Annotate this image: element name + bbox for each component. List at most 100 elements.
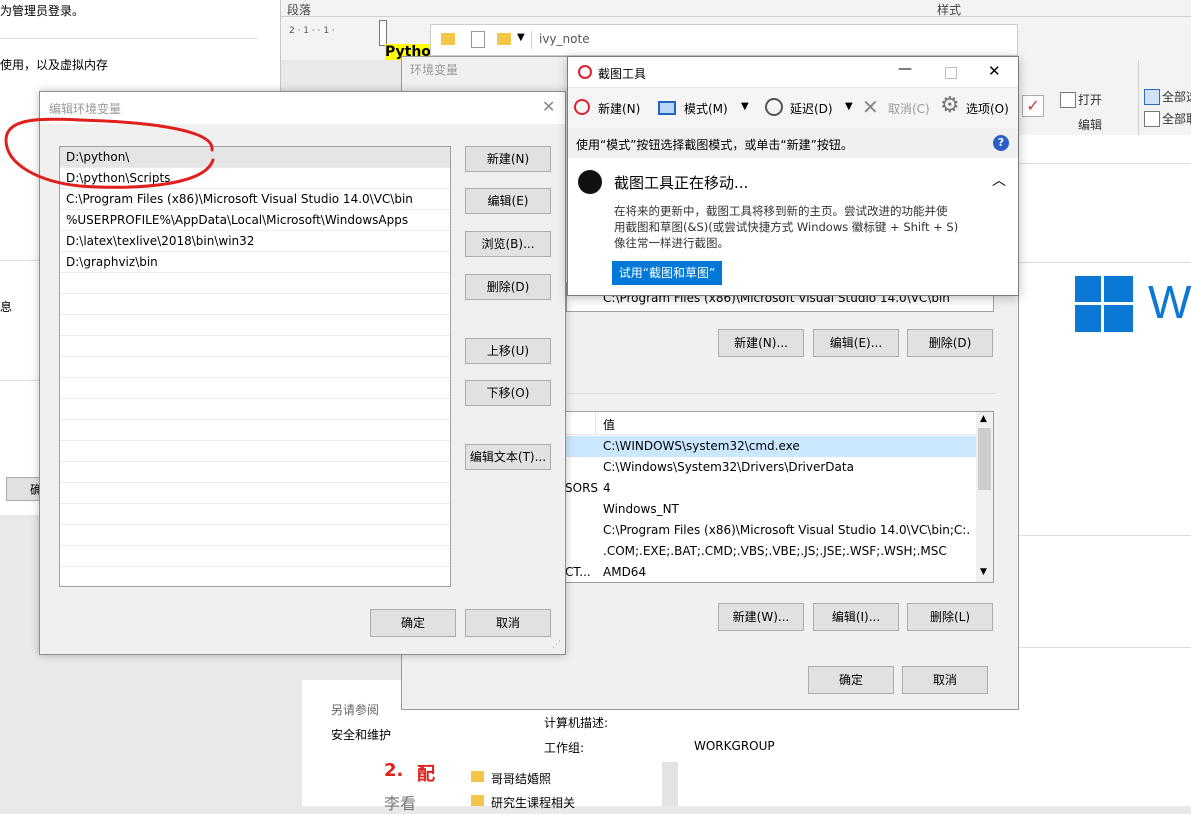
ribbon-deselect-all[interactable]: 全部取: [1162, 110, 1191, 127]
empty-list-row[interactable]: [60, 441, 450, 462]
ribbon-select-all[interactable]: 全部选: [1162, 88, 1191, 105]
user-edit-button[interactable]: 编辑(E)...: [813, 329, 899, 357]
sys-new-button[interactable]: 新建(W)...: [718, 603, 804, 631]
folder-icon: [471, 771, 484, 782]
sys-var-value[interactable]: C:\WINDOWS\system32\cmd.exe: [603, 439, 800, 453]
path-entry[interactable]: D:\graphviz\bin: [60, 252, 450, 273]
folder-icon: [471, 795, 484, 806]
close-icon[interactable]: ✕: [988, 62, 1001, 80]
path-entries-list[interactable]: D:\python\ D:\python\Scripts C:\Program Fi…: [59, 146, 451, 587]
folder-grad-courses[interactable]: 研究生课程相关: [491, 794, 575, 811]
system-vars-list[interactable]: 值 C:\WINDOWS\system32\cmd.exe C:\Windows\…: [565, 411, 994, 583]
empty-list-row[interactable]: [60, 462, 450, 483]
empty-list-row[interactable]: [60, 357, 450, 378]
empty-list-row[interactable]: [60, 504, 450, 525]
delete-entry-button[interactable]: 删除(D): [465, 274, 551, 300]
notice-body-line2: 用截图和草图(&S)(或尝试快捷方式 Windows 徽标键 + Shift +…: [614, 220, 959, 234]
quick-access-dropdown-icon[interactable]: ▼: [517, 32, 525, 43]
minimize-icon[interactable]: —: [898, 61, 912, 77]
user-new-button[interactable]: 新建(N)...: [718, 329, 804, 357]
maximize-icon[interactable]: [945, 67, 957, 79]
edit-text-button[interactable]: 编辑文本(T)...: [465, 444, 551, 470]
sys-var-value[interactable]: 4: [603, 481, 611, 495]
scroll-up-icon[interactable]: ▲: [980, 414, 987, 424]
mode-icon: [658, 101, 676, 115]
security-link[interactable]: 安全和维护: [331, 726, 391, 743]
empty-list-row[interactable]: [60, 525, 450, 546]
workgroup-label: 工作组:: [544, 741, 585, 755]
snip-title: 截图工具: [598, 67, 647, 81]
doc-body-text: 李看: [384, 794, 417, 813]
sys-delete-button[interactable]: 删除(L): [907, 603, 993, 631]
sys-var-value[interactable]: C:\Windows\System32\Drivers\DriverData: [603, 460, 854, 474]
env-ok-button[interactable]: 确定: [808, 666, 894, 694]
edit-ok-button[interactable]: 确定: [370, 609, 456, 637]
snipping-tool-window: 截图工具 — ✕ 新建(N) 模式(M) ▼ 延迟(D) ▼ ✕ 取消(C) ⚙…: [567, 56, 1019, 296]
empty-list-row[interactable]: [60, 315, 450, 336]
windows-logo-icon: [1075, 276, 1133, 332]
move-down-button[interactable]: 下移(O): [465, 380, 551, 406]
sys-header-value[interactable]: 值: [603, 416, 615, 433]
move-up-button[interactable]: 上移(U): [465, 338, 551, 364]
left-panel-text-2: 使用，以及虚拟内存: [0, 58, 109, 72]
edit-entry-button[interactable]: 编辑(E): [465, 188, 551, 214]
snip-cancel-button[interactable]: 取消(C): [888, 100, 930, 117]
empty-list-row[interactable]: [60, 546, 450, 567]
left-panel-text-1: 为管理员登录。: [0, 4, 85, 18]
scroll-down-icon[interactable]: ▼: [980, 567, 987, 577]
sys-var-name[interactable]: SORS: [565, 481, 598, 495]
select-all-icon: [1144, 89, 1160, 105]
bottom-doc: 2. 配 李看: [302, 760, 462, 813]
browse-button[interactable]: 浏览(B)...: [465, 231, 551, 257]
left-panel-text-3: 息: [0, 300, 13, 314]
path-entry[interactable]: D:\latex\texlive\2018\bin\win32: [60, 231, 450, 252]
empty-list-row[interactable]: [60, 336, 450, 357]
snip-new-button[interactable]: 新建(N): [598, 100, 640, 117]
user-delete-button[interactable]: 删除(D): [907, 329, 993, 357]
sys-var-value[interactable]: .COM;.EXE;.BAT;.CMD;.VBS;.VBE;.JS;.JSE;.…: [603, 544, 947, 558]
delay-dropdown-icon[interactable]: ▼: [845, 101, 853, 112]
sys-edit-button[interactable]: 编辑(I)...: [813, 603, 899, 631]
snip-notice: 截图工具正在移动... ︿ 在将来的更新中，截图工具将移到新的主页。尝试改进的功…: [568, 158, 1018, 295]
empty-list-row[interactable]: [60, 294, 450, 315]
empty-list-row[interactable]: [60, 273, 450, 294]
sys-var-value[interactable]: AMD64: [603, 565, 646, 579]
resize-grip-icon[interactable]: ⋰: [552, 640, 561, 650]
snip-sketch-icon: [578, 170, 602, 194]
ribbon-edit[interactable]: 编辑: [1078, 116, 1102, 133]
snip-toolbar: 新建(N) 模式(M) ▼ 延迟(D) ▼ ✕ 取消(C) ⚙ 选项(O): [568, 87, 1018, 129]
new-entry-button[interactable]: 新建(N): [465, 146, 551, 172]
snip-mode-button[interactable]: 模式(M): [684, 100, 728, 117]
folder-title: ivy_note: [539, 32, 590, 46]
mode-dropdown-icon[interactable]: ▼: [741, 101, 749, 112]
new-snip-icon: [574, 99, 590, 115]
scrollbar[interactable]: ▲ ▼: [976, 412, 993, 582]
sys-var-value[interactable]: Windows_NT: [603, 502, 679, 516]
folder-wedding[interactable]: 哥哥结婚照: [491, 770, 551, 787]
empty-list-row[interactable]: [60, 420, 450, 441]
properties-icon[interactable]: [471, 31, 485, 48]
help-icon[interactable]: ?: [993, 135, 1009, 151]
empty-list-row[interactable]: [60, 399, 450, 420]
deselect-all-icon: [1144, 111, 1160, 127]
sys-var-value[interactable]: C:\Program Files (x86)\Microsoft Visual …: [603, 523, 971, 537]
notice-body-line3: 像往常一样进行截图。: [614, 236, 729, 250]
path-entry[interactable]: %USERPROFILE%\AppData\Local\Microsoft\Wi…: [60, 210, 450, 231]
empty-list-row[interactable]: [60, 483, 450, 504]
explorer-bottom: 哥哥结婚照 研究生课程相关: [462, 762, 662, 810]
ribbon-open[interactable]: 打开: [1078, 91, 1102, 108]
try-snip-sketch-button[interactable]: 试用“截图和草图”: [612, 261, 722, 285]
snip-delay-button[interactable]: 延迟(D): [790, 100, 833, 117]
word-ribbon-right: ✓ 打开 编辑 全部选 全部取: [1018, 60, 1191, 135]
doc-heading-number: 2.: [384, 760, 404, 781]
close-icon[interactable]: ✕: [542, 97, 555, 116]
env-cancel-button[interactable]: 取消: [902, 666, 988, 694]
sys-var-name[interactable]: CT...: [565, 565, 591, 579]
scroll-thumb[interactable]: [978, 428, 991, 490]
snip-options-button[interactable]: 选项(O): [966, 100, 1009, 117]
ruler-marker[interactable]: [379, 20, 387, 46]
empty-list-row[interactable]: [60, 378, 450, 399]
collapse-chevron-icon[interactable]: ︿: [992, 170, 1006, 190]
env-vars-title: 环境变量: [410, 63, 459, 77]
edit-cancel-button[interactable]: 取消: [465, 609, 551, 637]
